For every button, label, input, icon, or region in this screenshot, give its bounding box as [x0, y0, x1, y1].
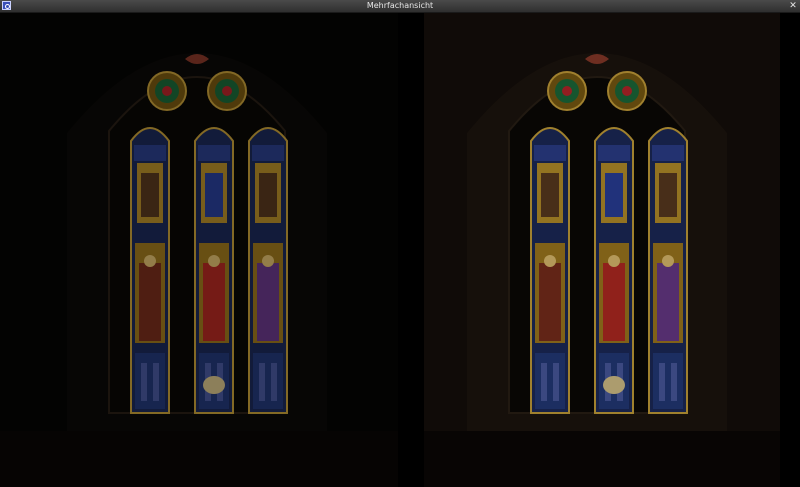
view-divider [398, 13, 424, 487]
title-bar: Mehrfachansicht ✕ [0, 0, 800, 13]
dim-overlay [0, 13, 398, 487]
close-button[interactable]: ✕ [788, 0, 798, 12]
window-title: Mehrfachansicht [366, 1, 434, 10]
multi-view-area [0, 13, 800, 487]
right-image-view[interactable] [424, 13, 780, 487]
dim-overlay [424, 13, 780, 487]
right-edge [780, 13, 800, 487]
stained-glass-window-image [0, 13, 398, 487]
left-image-view[interactable] [0, 13, 398, 487]
stained-glass-window-image [424, 13, 780, 487]
